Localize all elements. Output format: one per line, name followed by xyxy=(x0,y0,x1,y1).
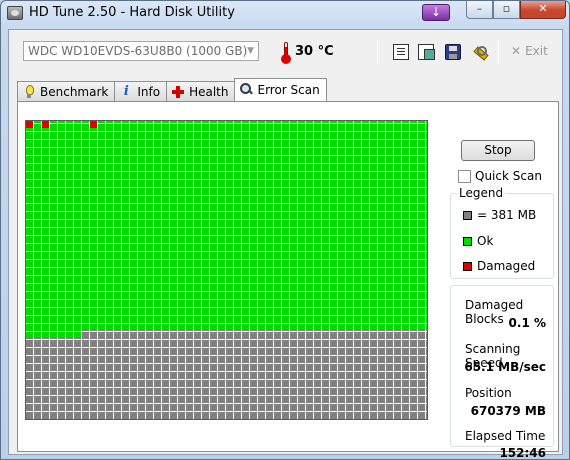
exit-icon: ✕ xyxy=(511,44,522,58)
block-grid xyxy=(25,120,428,420)
health-cross-icon xyxy=(172,85,185,99)
toolbar: WDC WD10EVDS-63U8B0 (1000 GB) ▼ 30 °C ✕ E… xyxy=(9,30,562,74)
copy-screenshot-icon[interactable] xyxy=(418,44,435,60)
tab-strip: Benchmark i Info Health Error Scan xyxy=(17,78,327,101)
legend-label: Damaged xyxy=(477,259,536,273)
scan-block-map xyxy=(25,120,428,420)
caption-buttons: – ▫ ✕ xyxy=(466,1,566,19)
copy-info-icon[interactable] xyxy=(393,44,409,60)
download-button[interactable]: ↓ xyxy=(422,4,450,21)
legend-group: Legend = 381 MB Ok Damaged xyxy=(450,186,554,279)
magnifier-icon xyxy=(240,83,252,97)
exit-button[interactable]: ✕ Exit xyxy=(511,44,548,58)
legend-label: = 381 MB xyxy=(477,208,537,222)
window-title: HD Tune 2.50 - Hard Disk Utility xyxy=(29,5,235,20)
drive-select-value: WDC WD10EVDS-63U8B0 (1000 GB) xyxy=(28,44,248,58)
benchmark-bulb-icon xyxy=(23,84,35,99)
error-scan-panel: Stop Quick Scan Legend = 381 MB Ok Damag… xyxy=(17,101,559,460)
toolbar-separator xyxy=(377,40,378,64)
temperature-readout: 30 °C xyxy=(295,44,334,59)
app-window: HD Tune 2.50 - Hard Disk Utility ↓ – ▫ ✕… xyxy=(0,0,570,460)
save-icon[interactable] xyxy=(445,44,461,60)
legend-swatch-green xyxy=(463,236,472,246)
scanning-speed-value: 65.1 MB/sec xyxy=(464,360,546,374)
elapsed-time-value: 152:46 xyxy=(499,446,546,460)
legend-item-damaged: Damaged xyxy=(463,259,535,273)
tab-label: Error Scan xyxy=(257,83,320,97)
client-area: WDC WD10EVDS-63U8B0 (1000 GB) ▼ 30 °C ✕ E… xyxy=(8,29,563,460)
quick-scan-label: Quick Scan xyxy=(475,169,542,183)
info-icon: i xyxy=(123,83,129,99)
quick-scan-option[interactable]: Quick Scan xyxy=(458,169,542,183)
elapsed-time-label: Elapsed Time xyxy=(465,429,546,443)
legend-item-block-size: = 381 MB xyxy=(463,208,536,222)
close-button[interactable]: ✕ xyxy=(520,1,566,19)
legend-item-ok: Ok xyxy=(463,234,493,248)
legend-swatch-gray xyxy=(463,210,472,220)
minimize-button[interactable]: – xyxy=(466,1,493,19)
tab-error-scan[interactable]: Error Scan xyxy=(234,78,327,101)
drive-select[interactable]: WDC WD10EVDS-63U8B0 (1000 GB) ▼ xyxy=(23,41,259,61)
damaged-block xyxy=(42,121,49,128)
legend-swatch-red xyxy=(463,261,472,271)
scan-statistics: Damaged Blocks 0.1 % Scanning Speed 65.1… xyxy=(450,285,554,460)
position-label: Position xyxy=(465,386,512,400)
damaged-blocks-value: 0.1 % xyxy=(508,316,546,330)
hard-disk-icon xyxy=(7,6,23,20)
tab-info[interactable]: i Info xyxy=(114,81,168,101)
tab-health[interactable]: Health xyxy=(166,81,236,101)
damaged-block xyxy=(26,121,33,128)
toolbar-separator xyxy=(498,40,499,64)
tab-label: Info xyxy=(137,84,161,99)
exit-label: Exit xyxy=(525,44,548,58)
stop-button[interactable]: Stop xyxy=(461,140,535,161)
legend-title: Legend xyxy=(457,186,506,200)
tab-label: Health xyxy=(189,84,229,99)
quick-scan-checkbox[interactable] xyxy=(458,169,471,183)
title-bar[interactable]: HD Tune 2.50 - Hard Disk Utility ↓ – ▫ ✕ xyxy=(1,1,569,25)
maximize-button[interactable]: ▫ xyxy=(493,1,520,19)
position-value: 670379 MB xyxy=(470,404,546,418)
thermometer-icon xyxy=(281,42,291,64)
tab-label: Benchmark xyxy=(40,84,109,99)
tab-benchmark[interactable]: Benchmark xyxy=(17,81,116,101)
chevron-down-icon: ▼ xyxy=(247,46,254,56)
legend-label: Ok xyxy=(477,234,494,248)
options-icon[interactable] xyxy=(472,44,488,60)
damaged-block xyxy=(90,121,97,128)
